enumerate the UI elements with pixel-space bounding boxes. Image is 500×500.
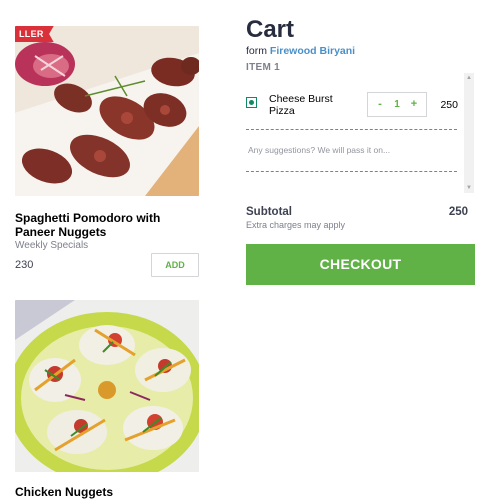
cart-line-price: 250 xyxy=(440,99,458,111)
quantity-stepper: - 1 + xyxy=(367,92,427,117)
scroll-down-arrow-icon[interactable]: ▼ xyxy=(464,183,474,193)
cart-from-prefix: form xyxy=(246,45,267,57)
cart-line-name: Cheese Burst Pizza xyxy=(269,93,333,117)
checkout-button[interactable]: CHECKOUT xyxy=(246,244,475,285)
increase-quantity-button[interactable]: + xyxy=(408,93,420,116)
veg-indicator-icon xyxy=(246,97,257,108)
decrease-quantity-button[interactable]: - xyxy=(374,93,386,116)
bestseller-badge: LLER xyxy=(15,26,54,42)
cart-items-panel: Cheese Burst Pizza - 1 + 250 Any suggest… xyxy=(246,73,474,193)
menu-item-category: Weekly Specials xyxy=(15,240,89,251)
cart-scrollbar[interactable]: ▲ ▼ xyxy=(464,73,474,193)
menu-item-name: Chicken Nuggets xyxy=(15,485,114,499)
divider xyxy=(246,171,457,172)
subtotal-note: Extra charges may apply xyxy=(246,220,346,230)
cart-item-count: ITEM 1 xyxy=(246,62,281,73)
add-to-cart-button[interactable]: ADD xyxy=(151,253,199,277)
restaurant-link[interactable]: Firewood Biryani xyxy=(270,45,355,57)
quantity-value: 1 xyxy=(394,99,400,110)
menu-item-image[interactable]: LLER xyxy=(15,26,199,196)
menu-item-image[interactable] xyxy=(15,300,199,472)
subtotal-value: 250 xyxy=(448,206,468,218)
scroll-up-arrow-icon[interactable]: ▲ xyxy=(464,73,474,83)
suggestions-input[interactable]: Any suggestions? We will pass it on... xyxy=(246,135,457,167)
food-photo-chaat xyxy=(15,300,199,472)
cart-title: Cart xyxy=(246,16,295,43)
menu-item-price: 230 xyxy=(15,259,34,271)
menu-item-name: Spaghetti Pomodoro with Paneer Nuggets xyxy=(15,211,161,239)
divider xyxy=(246,129,457,130)
cart-restaurant-line: form Firewood Biryani xyxy=(246,45,355,57)
subtotal-label: Subtotal xyxy=(246,206,292,218)
food-photo-grilled-chicken xyxy=(15,26,199,196)
